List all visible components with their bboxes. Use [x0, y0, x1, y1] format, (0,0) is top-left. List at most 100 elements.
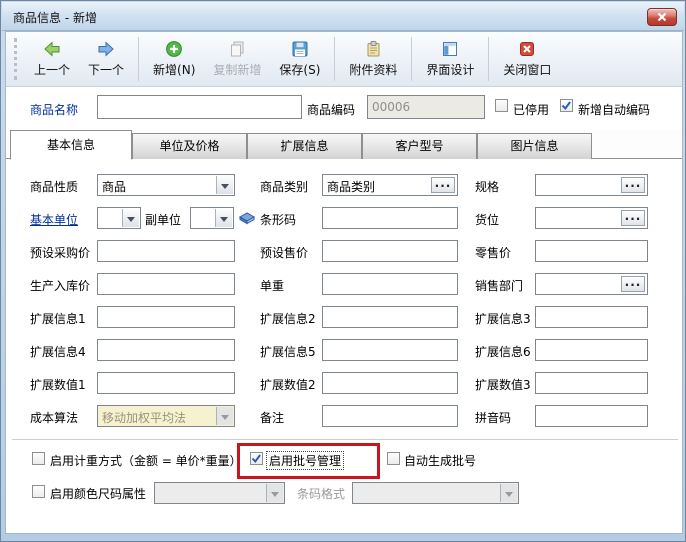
- ext-info4-input[interactable]: [97, 339, 235, 361]
- design-icon: [441, 40, 459, 58]
- production-price-input[interactable]: [97, 273, 235, 295]
- retail-price-label: 零售价: [475, 244, 511, 261]
- tab-extended-info[interactable]: 扩展信息: [247, 133, 362, 159]
- weight-mode-label[interactable]: 启用计重方式（金额 = 单价*重量）: [50, 452, 242, 469]
- add-icon: [165, 40, 183, 58]
- ext-info3-input[interactable]: [535, 306, 648, 328]
- ext-num2-label: 扩展数值2: [260, 376, 316, 393]
- tab-customer-model[interactable]: 客户型号: [362, 133, 477, 159]
- batch-mgmt-checkbox[interactable]: [250, 452, 263, 465]
- pinyin-input[interactable]: [535, 405, 648, 427]
- chevron-down-icon: [266, 484, 283, 502]
- barcode-input[interactable]: [322, 207, 458, 229]
- spec-label: 规格: [475, 178, 499, 195]
- base-unit-select[interactable]: [97, 207, 141, 229]
- barcode-format-label: 条码格式: [297, 485, 345, 502]
- cost-method-label: 成本算法: [30, 409, 78, 426]
- unit-weight-label: 单重: [260, 277, 284, 294]
- ext-info6-label: 扩展信息6: [475, 343, 531, 360]
- chevron-down-icon: [500, 484, 517, 502]
- sub-unit-label: 副单位: [145, 211, 181, 228]
- chevron-down-icon[interactable]: [122, 209, 139, 227]
- ext-info1-input[interactable]: [97, 306, 235, 328]
- book-icon[interactable]: [238, 209, 256, 225]
- previous-button[interactable]: 上一个: [25, 36, 79, 82]
- arrow-right-icon: [97, 40, 115, 58]
- ext-num3-input[interactable]: [535, 372, 648, 394]
- add-new-button[interactable]: 新增(N): [144, 36, 204, 82]
- toolbar-gripper[interactable]: [14, 38, 17, 80]
- product-code-input: [367, 95, 485, 119]
- base-unit-link[interactable]: 基本单位: [30, 211, 78, 228]
- ext-info6-input[interactable]: [535, 339, 648, 361]
- autocode-checkbox-label[interactable]: 新增自动编码: [578, 101, 650, 118]
- weight-mode-checkbox[interactable]: [32, 452, 45, 465]
- stopped-checkbox[interactable]: [495, 99, 508, 112]
- color-size-checkbox[interactable]: [32, 485, 45, 498]
- category-label: 商品类别: [260, 178, 308, 195]
- category-field[interactable]: 商品类别 ...: [322, 174, 458, 196]
- ui-design-button[interactable]: 界面设计: [417, 36, 483, 82]
- tab-basic-info[interactable]: 基本信息: [10, 130, 132, 160]
- barcode-format-select: [352, 482, 519, 504]
- chevron-down-icon[interactable]: [216, 176, 233, 194]
- purchase-price-label: 预设采购价: [30, 244, 90, 261]
- close-window-icon: [518, 40, 536, 58]
- product-code-label: 商品编码: [307, 101, 355, 118]
- unit-weight-input[interactable]: [322, 273, 458, 295]
- close-icon: [656, 12, 668, 22]
- sales-dept-field[interactable]: ...: [535, 273, 648, 295]
- window-title: 商品信息 - 新增: [13, 9, 97, 26]
- autocode-checkbox[interactable]: [560, 99, 573, 112]
- category-browse-button[interactable]: ...: [431, 177, 455, 193]
- purchase-price-input[interactable]: [97, 240, 235, 262]
- tab-units-prices[interactable]: 单位及价格: [132, 133, 247, 159]
- ext-info1-label: 扩展信息1: [30, 310, 86, 327]
- ext-num2-input[interactable]: [322, 372, 458, 394]
- close-window-button[interactable]: 关闭窗口: [494, 36, 560, 82]
- location-field[interactable]: ...: [535, 207, 648, 229]
- product-name-label: 商品名称: [30, 101, 78, 118]
- copy-new-button: 复制新增: [204, 36, 270, 82]
- stopped-checkbox-label[interactable]: 已停用: [513, 101, 549, 118]
- sales-dept-browse-button[interactable]: ...: [621, 276, 645, 292]
- cost-method-select: 移动加权平均法: [97, 405, 235, 427]
- next-button[interactable]: 下一个: [79, 36, 133, 82]
- auto-batch-label[interactable]: 自动生成批号: [404, 452, 476, 469]
- product-info-dialog: 商品信息 - 新增 上一个 下一个: [0, 0, 686, 542]
- sale-price-input[interactable]: [322, 240, 458, 262]
- spec-field[interactable]: ...: [535, 174, 648, 196]
- toolbar-separator: [411, 37, 412, 81]
- ext-num1-input[interactable]: [97, 372, 235, 394]
- production-price-label: 生产入库价: [30, 277, 90, 294]
- ext-info5-input[interactable]: [322, 339, 458, 361]
- product-name-input[interactable]: [97, 95, 302, 119]
- retail-price-input[interactable]: [535, 240, 648, 262]
- attachment-icon: [364, 40, 382, 58]
- color-size-label[interactable]: 启用颜色尺码属性: [50, 485, 146, 502]
- checkmark-icon: [251, 453, 262, 464]
- remark-label: 备注: [260, 409, 284, 426]
- attachments-button[interactable]: 附件资料: [340, 36, 406, 82]
- title-bar[interactable]: 商品信息 - 新增: [2, 2, 684, 31]
- sales-dept-label: 销售部门: [475, 277, 523, 294]
- auto-batch-checkbox[interactable]: [387, 452, 400, 465]
- toolbar-separator: [334, 37, 335, 81]
- tab-image-info[interactable]: 图片信息: [477, 133, 592, 159]
- spec-browse-button[interactable]: ...: [621, 177, 645, 193]
- footer-divider: [12, 439, 678, 440]
- remark-input[interactable]: [322, 405, 458, 427]
- batch-mgmt-label[interactable]: 启用批号管理: [267, 452, 343, 469]
- chevron-down-icon[interactable]: [215, 209, 232, 227]
- location-browse-button[interactable]: ...: [621, 210, 645, 226]
- product-nature-select[interactable]: 商品: [97, 174, 235, 196]
- save-button[interactable]: 保存(S): [270, 36, 329, 82]
- ext-info2-input[interactable]: [322, 306, 458, 328]
- chevron-down-icon: [216, 407, 233, 425]
- save-icon: [291, 40, 309, 58]
- checkmark-icon: [561, 100, 572, 111]
- close-button[interactable]: [647, 8, 677, 26]
- ext-info2-label: 扩展信息2: [260, 310, 316, 327]
- sub-unit-select[interactable]: [190, 207, 234, 229]
- toolbar-separator: [488, 37, 489, 81]
